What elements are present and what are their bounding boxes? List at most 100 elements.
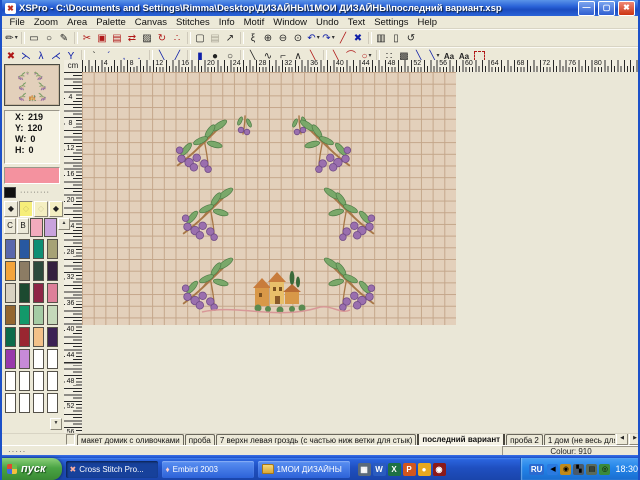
menu-item[interactable]: Settings (370, 17, 413, 28)
dark-red-circle-app-icon[interactable]: ◉ (433, 463, 446, 476)
symbol-swatch[interactable] (4, 187, 16, 198)
palette-swatch[interactable] (33, 327, 44, 347)
pointer-button[interactable]: ↗ (223, 31, 238, 45)
separator[interactable] (187, 32, 191, 44)
palette-swatch[interactable] (19, 261, 30, 281)
palette-swatch[interactable] (33, 239, 44, 259)
display-tray-icon[interactable]: ▚ (573, 464, 584, 475)
rect-select-button[interactable]: ▭ (27, 31, 42, 45)
thread-button[interactable]: ξ (246, 31, 261, 45)
cut-block-button[interactable]: ✂ (80, 31, 95, 45)
tab-scroll-left-button[interactable]: ◀ (616, 433, 628, 445)
palette-swatch[interactable] (19, 393, 30, 413)
palette-swatch[interactable] (5, 305, 16, 325)
start-button[interactable]: пуск (0, 458, 62, 480)
close-button[interactable]: ✖ (618, 1, 635, 16)
palette-swatch[interactable] (19, 371, 30, 391)
palette-swatch[interactable] (19, 283, 30, 303)
printer-tray-icon[interactable]: ▤ (586, 464, 597, 475)
gold-coin-tray-icon[interactable]: ◉ (560, 464, 571, 475)
palette-swatch[interactable] (19, 349, 30, 369)
palette-swatch[interactable] (33, 371, 44, 391)
palette-swatch[interactable] (33, 349, 44, 369)
pattern-block-button[interactable]: ▨ (140, 31, 155, 45)
menu-item[interactable]: Stitches (171, 17, 214, 28)
palette-swatch[interactable] (19, 327, 30, 347)
import-image-button[interactable]: ▥ (374, 31, 389, 45)
palette-swatch[interactable] (5, 349, 16, 369)
menu-item[interactable]: Canvas (130, 17, 171, 28)
menu-item[interactable]: Motif (239, 17, 269, 28)
word-app-icon[interactable]: W (373, 463, 386, 476)
copy-block-button[interactable]: ▣ (95, 31, 110, 45)
menu-item[interactable]: Palette (92, 17, 131, 28)
language-indicator[interactable]: RU (529, 464, 545, 475)
pencil-tool-button[interactable]: ✏ ▾ (4, 31, 19, 45)
paste-block-button[interactable]: ▤ (110, 31, 125, 45)
tab-home-button[interactable] (66, 434, 75, 445)
taskbar-task-button[interactable]: ✖ Cross Stitch Pro... (66, 461, 158, 478)
calculator-app-icon[interactable]: ▦ (358, 463, 371, 476)
excel-app-icon[interactable]: X (388, 463, 401, 476)
stitch-mode-button[interactable]: ◇ (34, 201, 48, 217)
menu-item[interactable]: Window (269, 17, 312, 28)
separator[interactable] (368, 32, 372, 44)
colour-mode-button[interactable]: C (4, 218, 16, 234)
redo-button[interactable]: ↷ ▾ (321, 31, 336, 45)
palette-swatch[interactable] (33, 261, 44, 281)
rotate-block-button[interactable]: ↻ (155, 31, 170, 45)
palette-swatch[interactable] (47, 283, 58, 303)
freehand-select-button[interactable]: ✎ (57, 31, 72, 45)
palette-swatch[interactable] (47, 305, 58, 325)
palette-swatch[interactable] (47, 349, 58, 369)
blend-mode-button[interactable]: B (17, 218, 29, 234)
palette-swatch[interactable] (5, 261, 16, 281)
minimize-button[interactable]: — (578, 1, 595, 16)
cb-swatch[interactable] (44, 218, 57, 237)
export-button[interactable]: ▤ (208, 31, 223, 45)
pen-button[interactable]: ╱ (336, 31, 351, 45)
menu-item[interactable]: Zoom (29, 17, 62, 28)
media-back-tray-icon[interactable]: ◀ (547, 464, 558, 475)
separator[interactable] (21, 32, 25, 44)
tab-scroll-right-button[interactable]: ▶ (629, 433, 640, 445)
stitch-mode-button[interactable]: ◆ (4, 201, 18, 217)
lasso-select-button[interactable]: ○ (42, 31, 57, 45)
design-preview[interactable] (4, 64, 60, 106)
menu-item[interactable]: File (5, 17, 29, 28)
menu-item[interactable]: Text (343, 17, 369, 28)
mirror-block-button[interactable]: ⇄ (125, 31, 140, 45)
palette-swatch[interactable] (47, 239, 58, 259)
palette-swatch[interactable] (33, 283, 44, 303)
stitch-mode-button[interactable]: ◆ (49, 201, 63, 217)
palette-swatch[interactable] (19, 305, 30, 325)
palette-swatch[interactable] (47, 393, 58, 413)
zoom-in-button[interactable]: ⊕ (261, 31, 276, 45)
taskbar-task-button[interactable]: ♦ Embird 2003 (162, 461, 254, 478)
current-thread-color[interactable] (4, 167, 60, 184)
design-canvas[interactable] (82, 72, 456, 325)
palette-scroll-up-button[interactable]: ▲ (58, 218, 70, 230)
menu-item[interactable]: Area (63, 17, 92, 28)
taskbar-task-button[interactable]: 1МОИ ДИЗАЙНЫ (258, 461, 350, 478)
palette-swatch[interactable] (5, 393, 16, 413)
palette-swatch[interactable] (5, 371, 16, 391)
cb-swatch[interactable] (30, 218, 43, 237)
new-page-button[interactable]: ▯ (389, 31, 404, 45)
zoom-actual-button[interactable]: ⊙ (291, 31, 306, 45)
undo-button[interactable]: ↶ ▾ (306, 31, 321, 45)
separator[interactable] (240, 32, 244, 44)
orange-app-icon[interactable]: P (403, 463, 416, 476)
palette-swatch[interactable] (47, 371, 58, 391)
menu-item[interactable]: Undo (312, 17, 344, 28)
scatter-stitches-button[interactable]: ∴ (170, 31, 185, 45)
palette-swatch[interactable] (19, 239, 30, 259)
screen-view-button[interactable]: ▢ (193, 31, 208, 45)
gold-circle-app-icon[interactable]: ● (418, 463, 431, 476)
menu-item[interactable]: Help (413, 17, 442, 28)
network-tray-icon[interactable]: ◎ (599, 464, 610, 475)
palette-swatch[interactable] (47, 261, 58, 281)
palette-swatch[interactable] (5, 239, 16, 259)
stitch-mode-button[interactable]: ◇ (19, 201, 33, 217)
palette-swatch[interactable] (5, 327, 16, 347)
